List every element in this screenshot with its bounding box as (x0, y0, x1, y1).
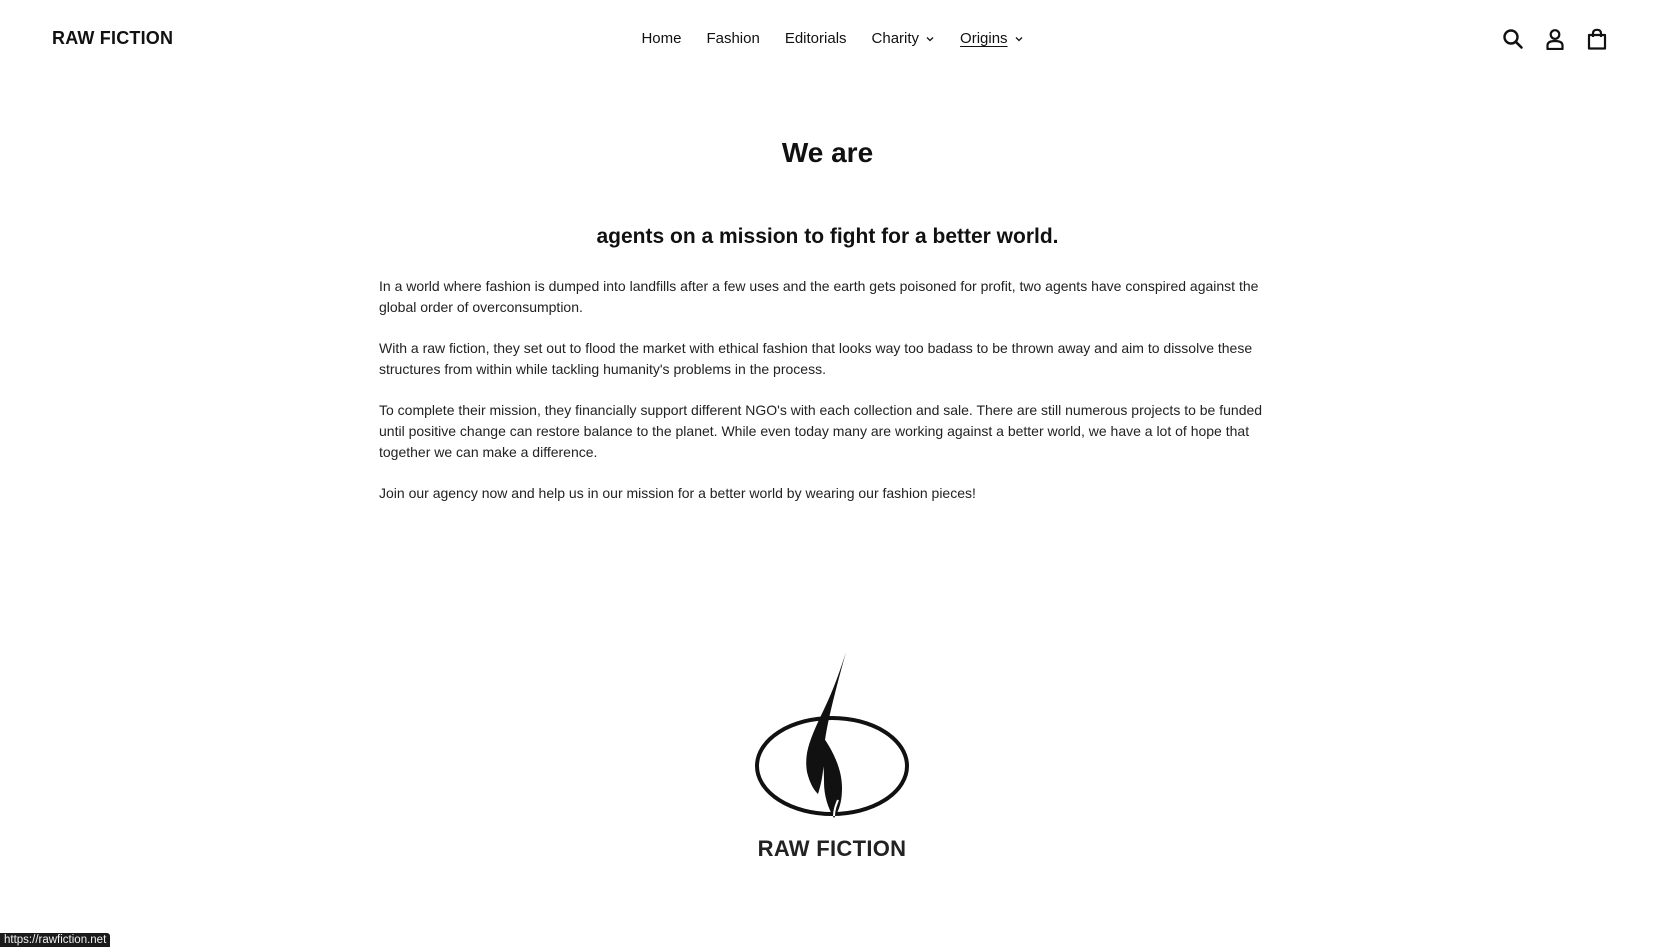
nav-item-origins[interactable]: Origins (960, 30, 1024, 47)
paragraph: In a world where fashion is dumped into … (379, 278, 1259, 315)
nav-label: Home (641, 30, 682, 47)
nav-label: Editorials (784, 30, 847, 47)
account-button[interactable] (1543, 27, 1567, 51)
page-title: We are (781, 137, 874, 168)
chevron-down-icon (926, 36, 934, 41)
main-nav: Home Fashion Editorials Charity Origins (0, 30, 1655, 47)
chevron-down-icon (1015, 36, 1023, 41)
nav-item-home[interactable]: Home (641, 30, 681, 47)
nav-label: Fashion (706, 30, 760, 47)
page-subtitle: agents on a mission to fight for a bette… (596, 225, 1059, 248)
header-icons (1501, 27, 1609, 51)
leaf-logo-icon (755, 652, 909, 818)
cart-icon (1587, 28, 1607, 50)
brand-emblem: RAW FICTION (752, 650, 912, 861)
nav-item-editorials[interactable]: Editorials (785, 30, 847, 47)
paragraph: With a raw fiction, they set out to floo… (379, 340, 1253, 377)
nav-label: Origins (960, 30, 1008, 47)
site-header: RAW FICTION Home Fashion Editorials Char… (0, 0, 1655, 80)
about-text: In a world where fashion is dumped into … (379, 276, 1279, 524)
account-icon (1546, 29, 1564, 50)
cart-button[interactable] (1585, 27, 1609, 51)
paragraph: Join our agency now and help us in our m… (379, 485, 976, 501)
brand-emblem-label: RAW FICTION (757, 836, 907, 861)
nav-label: Charity (871, 30, 920, 47)
search-icon (1503, 29, 1523, 49)
paragraph: To complete their mission, they financia… (379, 402, 1263, 460)
nav-item-charity[interactable]: Charity (872, 30, 936, 47)
status-bar-url: https://rawfiction.net (0, 933, 111, 947)
nav-item-fashion[interactable]: Fashion (706, 30, 759, 47)
search-button[interactable] (1501, 27, 1525, 51)
